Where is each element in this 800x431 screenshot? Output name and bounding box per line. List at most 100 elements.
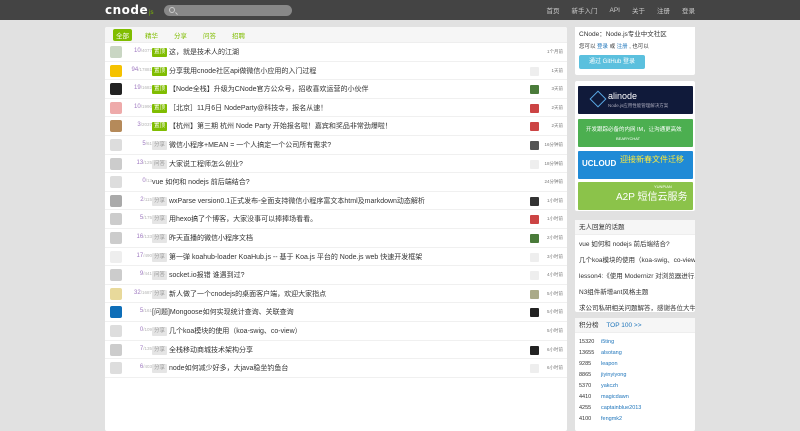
author-avatar[interactable] bbox=[110, 269, 122, 282]
nav-api[interactable]: API bbox=[610, 7, 620, 14]
nav-getstart[interactable]: 新手入门 bbox=[572, 5, 598, 15]
nav-register[interactable]: 注册 bbox=[657, 5, 670, 15]
tab-job[interactable]: 招聘 bbox=[229, 29, 248, 41]
github-login-button[interactable]: 通过 GitHub 登录 bbox=[579, 55, 645, 69]
author-avatar[interactable] bbox=[110, 83, 122, 96]
author-avatar[interactable] bbox=[110, 324, 122, 337]
topic-row[interactable]: 7/135 分享 全栈移动商城技术架构分享 6小时前 bbox=[105, 341, 567, 360]
tab-share[interactable]: 分享 bbox=[171, 29, 190, 41]
author-avatar[interactable] bbox=[110, 46, 122, 58]
topic-row[interactable]: 9/441 问答 socket.io报错 谁遇到过? 4小时前 bbox=[105, 266, 567, 285]
score-top-link[interactable]: TOP 100 >> bbox=[606, 322, 641, 329]
site-logo[interactable]: cnode js bbox=[105, 3, 153, 17]
score-user[interactable]: fengmk2 bbox=[601, 416, 622, 422]
author-avatar[interactable] bbox=[110, 231, 122, 244]
last-reply-avatar[interactable] bbox=[530, 196, 539, 206]
score-user[interactable]: alsotang bbox=[601, 350, 622, 356]
topic-row[interactable]: 94/17881 置顶 分享我用cnode社区api做微信小应用的入门过程 1天前 bbox=[105, 62, 567, 81]
author-avatar[interactable] bbox=[110, 157, 122, 170]
author-avatar[interactable] bbox=[110, 138, 122, 151]
topic-title[interactable]: 微信小程序+MEAN = 一个人搞定一个公司所有需求? bbox=[169, 140, 331, 150]
topic-title[interactable]: 第一弹 koahub-loader KoaHub.js -- 基于 Koa.js… bbox=[169, 252, 422, 262]
topic-title[interactable]: 用hexo搞了个博客，大家没事可以捧捧场看看。 bbox=[169, 214, 317, 224]
last-reply-avatar[interactable] bbox=[530, 122, 539, 132]
topic-row[interactable]: 32/1687 分享 新人做了一个cnodejs的桌面客户端，欢迎大家指点 5小时前 bbox=[105, 285, 567, 304]
topic-row[interactable]: 17/490 分享 第一弹 koahub-loader KoaHub.js -- 基… bbox=[105, 248, 567, 267]
last-reply-avatar[interactable] bbox=[530, 364, 539, 374]
topic-title[interactable]: 新人做了一个cnodejs的桌面客户端，欢迎大家指点 bbox=[169, 289, 326, 299]
score-user[interactable]: magicdawn bbox=[601, 394, 629, 400]
topic-row[interactable]: 2/115 分享 wxParse version0.1正式发布-全面支持微信小程序富… bbox=[105, 192, 567, 211]
topic-row[interactable]: 5/61 分享 微信小程序+MEAN = 一个人搞定一个公司所有需求? 16分钟前 bbox=[105, 136, 567, 155]
author-avatar[interactable] bbox=[110, 343, 122, 356]
topic-row[interactable]: 13/125 问答 大家说工程师怎么创业? 18分钟前 bbox=[105, 155, 567, 174]
no-reply-item[interactable]: 几个koa模块的使用（koa-swig、co-view） bbox=[575, 251, 695, 267]
score-user[interactable]: leapon bbox=[601, 361, 618, 367]
score-user[interactable]: i5ting bbox=[601, 339, 614, 345]
author-avatar[interactable] bbox=[110, 194, 122, 207]
author-avatar[interactable] bbox=[110, 176, 122, 189]
topic-row[interactable]: 10/1990 置顶 ［北京］11月6日 NodeParty@科技寺，报名从速！ 2天… bbox=[105, 99, 567, 118]
author-avatar[interactable] bbox=[110, 213, 122, 226]
topic-row[interactable]: 5/175 分享 用hexo搞了个博客，大家没事可以捧捧场看看。 1小时前 bbox=[105, 210, 567, 229]
nav-about[interactable]: 关于 bbox=[632, 5, 645, 15]
ad-yunpian[interactable]: A2P 短信云服务 YUNPIAN bbox=[578, 182, 693, 210]
login-link[interactable]: 登录 bbox=[597, 44, 608, 50]
author-avatar[interactable] bbox=[110, 64, 122, 77]
topic-row[interactable]: 19/1682 置顶 【Node全栈】升级为CNode官方公众号，招收喜欢运营的小伙… bbox=[105, 80, 567, 99]
last-reply-avatar[interactable] bbox=[530, 271, 539, 281]
last-reply-avatar[interactable] bbox=[530, 345, 539, 355]
topic-title[interactable]: [问题]Mongoose如何实现统计查询、关联查询 bbox=[152, 307, 294, 317]
register-link[interactable]: 注册 bbox=[617, 44, 628, 50]
author-avatar[interactable] bbox=[110, 306, 122, 319]
topic-title[interactable]: 这，就是技术人的江湖 bbox=[169, 47, 239, 57]
topic-row[interactable]: 3/2037 置顶 【杭州】第三期 杭州 Node Party 开始报名啦！嘉宾和奖… bbox=[105, 117, 567, 136]
last-reply-avatar[interactable] bbox=[530, 308, 539, 318]
last-reply-avatar[interactable] bbox=[530, 85, 539, 95]
topic-title[interactable]: 几个koa模块的使用（koa-swig、co-view） bbox=[169, 326, 302, 336]
topic-title[interactable]: socket.io报错 谁遇到过? bbox=[169, 270, 244, 280]
ad-alinode[interactable]: alinode Node.js应用性能管理解决方案 bbox=[578, 86, 693, 114]
topic-row[interactable]: 10/4077 置顶 这，就是技术人的江湖 1个月前 bbox=[105, 43, 567, 62]
tab-good[interactable]: 精华 bbox=[142, 29, 161, 41]
no-reply-item[interactable]: lesson4:《使用 Modernizr 对浏览器进行... bbox=[575, 267, 695, 283]
no-reply-item[interactable]: 求公司私研相关问题解答，感谢各位大牛... bbox=[575, 299, 695, 315]
topic-row[interactable]: 16/133 分享 昨天直播的微信小程序文档 2小时前 bbox=[105, 229, 567, 248]
ad-ucloud[interactable]: UCLOUD 迎接新春文件迁移 bbox=[578, 151, 693, 179]
last-reply-avatar[interactable] bbox=[530, 233, 539, 243]
tab-ask[interactable]: 问答 bbox=[200, 29, 219, 41]
author-avatar[interactable] bbox=[110, 250, 122, 263]
last-reply-avatar[interactable] bbox=[530, 289, 539, 299]
last-reply-avatar[interactable] bbox=[530, 140, 539, 150]
topic-title[interactable]: 全栈移动商城技术架构分享 bbox=[169, 345, 253, 355]
last-reply-avatar[interactable] bbox=[530, 159, 539, 169]
topic-title[interactable]: node如何减少好多，大java稳坐钓鱼台 bbox=[169, 363, 288, 373]
nav-home[interactable]: 首页 bbox=[547, 5, 560, 15]
nav-login[interactable]: 登录 bbox=[682, 5, 695, 15]
topic-title[interactable]: 【杭州】第三期 杭州 Node Party 开始报名啦！嘉宾和奖品非常劲爆啦！ bbox=[169, 121, 392, 131]
topic-row[interactable]: 5/161 [问题]Mongoose如何实现统计查询、关联查询 5小时前 bbox=[105, 303, 567, 322]
topic-title[interactable]: 昨天直播的微信小程序文档 bbox=[169, 233, 253, 243]
tab-all[interactable]: 全部 bbox=[113, 28, 132, 41]
topic-row[interactable]: 0/109 分享 几个koa模块的使用（koa-swig、co-view） 5小时前 bbox=[105, 322, 567, 341]
last-reply-avatar[interactable] bbox=[530, 103, 539, 113]
no-reply-item[interactable]: vue 如何和 nodejs 前后端结合? bbox=[575, 235, 695, 251]
author-avatar[interactable] bbox=[110, 287, 122, 300]
last-reply-avatar[interactable] bbox=[530, 215, 539, 225]
author-avatar[interactable] bbox=[110, 120, 122, 133]
topic-title[interactable]: ［北京］11月6日 NodeParty@科技寺，报名从速！ bbox=[169, 103, 327, 113]
author-avatar[interactable] bbox=[110, 101, 122, 114]
no-reply-item[interactable]: N3组件新增ant风格主题 bbox=[575, 283, 695, 299]
topic-row[interactable]: 0/13 vue 如何和 nodejs 前后端结合? 24分钟前 bbox=[105, 173, 567, 192]
topic-row[interactable]: 6/403 分享 node如何减少好多，大java稳坐钓鱼台 6小时前 bbox=[105, 359, 567, 378]
last-reply-avatar[interactable] bbox=[530, 252, 539, 262]
last-reply-avatar[interactable] bbox=[530, 66, 539, 76]
score-user[interactable]: jiyinyiyong bbox=[601, 372, 626, 378]
topic-title[interactable]: 大家说工程师怎么创业? bbox=[169, 159, 243, 169]
ad-bearychat[interactable]: 开发跟踪必备的内网 IM，让沟通更高效 BEARYCHAT bbox=[578, 119, 693, 147]
search-input[interactable] bbox=[164, 5, 292, 16]
author-avatar[interactable] bbox=[110, 362, 122, 375]
topic-title[interactable]: 【Node全栈】升级为CNode官方公众号，招收喜欢运营的小伙伴 bbox=[169, 84, 369, 94]
score-user[interactable]: yakczh bbox=[601, 383, 618, 389]
topic-title[interactable]: vue 如何和 nodejs 前后端结合? bbox=[152, 177, 250, 187]
